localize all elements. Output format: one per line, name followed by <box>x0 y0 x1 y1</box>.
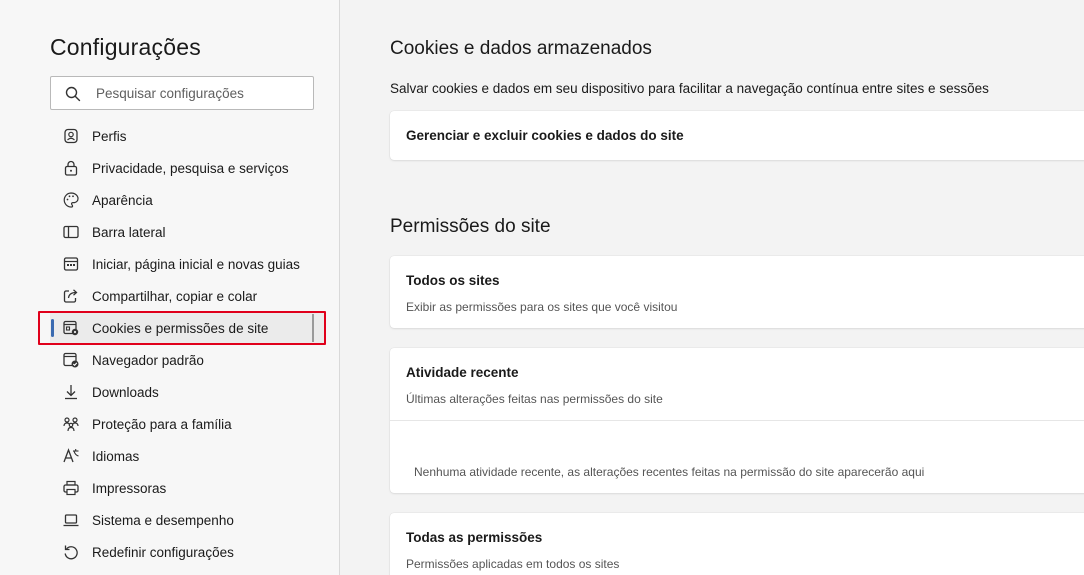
sidebar-item-privacidade[interactable]: Privacidade, pesquisa e serviços <box>50 152 326 184</box>
printer-icon <box>63 480 79 496</box>
languages-icon <box>63 448 79 463</box>
sidebar-item-label: Downloads <box>92 384 159 400</box>
sidebar-item-protecao-familia[interactable]: Proteção para a família <box>50 408 326 440</box>
all-permissions-title: Todas as permissões <box>406 530 543 545</box>
search-icon <box>65 86 81 102</box>
sidebar-item-label: Impressoras <box>92 480 167 496</box>
sidebar-item-label: Cookies e permissões de site <box>92 320 269 336</box>
card-divider <box>390 420 1084 421</box>
all-permissions-card[interactable]: Todas as permissões Permissões aplicadas… <box>390 513 1084 575</box>
manage-cookies-label: Gerenciar e excluir cookies e dados do s… <box>406 128 684 143</box>
sidebar-item-label: Aparência <box>92 192 153 208</box>
sidebar-item-label: Navegador padrão <box>92 352 204 368</box>
sidebar-item-label: Idiomas <box>92 448 140 464</box>
cookies-section-title: Cookies e dados armazenados <box>390 38 652 59</box>
recent-activity-empty-message: Nenhuma atividade recente, as alterações… <box>414 465 925 479</box>
all-sites-title: Todos os sites <box>406 273 500 288</box>
recent-activity-title: Atividade recente <box>406 365 519 380</box>
sidebar-icon <box>63 225 79 239</box>
sidebar-item-iniciar[interactable]: Iniciar, página inicial e novas guias <box>50 248 326 280</box>
lock-icon <box>64 160 78 176</box>
cookies-section-description: Salvar cookies e dados em seu dispositiv… <box>390 81 989 96</box>
sidebar-item-barra-lateral[interactable]: Barra lateral <box>50 216 326 248</box>
settings-sidebar: Configurações Perfis Privacidade, pesqui… <box>0 0 340 575</box>
search-input[interactable] <box>96 83 306 103</box>
sidebar-item-downloads[interactable]: Downloads <box>50 376 326 408</box>
settings-nav: Perfis Privacidade, pesquisa e serviços … <box>50 120 326 568</box>
laptop-icon <box>63 514 79 527</box>
download-icon <box>65 385 77 400</box>
all-sites-subtitle: Exibir as permissões para os sites que v… <box>406 300 678 314</box>
sidebar-item-label: Perfis <box>92 128 127 144</box>
sidebar-item-navegador-padrao[interactable]: Navegador padrão <box>50 344 326 376</box>
permissions-section-title: Permissões do site <box>390 216 551 237</box>
sidebar-item-label: Iniciar, página inicial e novas guias <box>92 256 300 272</box>
sidebar-item-perfis[interactable]: Perfis <box>50 120 326 152</box>
search-box[interactable] <box>50 76 314 110</box>
profile-icon <box>64 128 78 144</box>
reset-icon <box>64 545 78 560</box>
sidebar-item-sistema[interactable]: Sistema e desempenho <box>50 504 326 536</box>
sidebar-item-label: Proteção para a família <box>92 416 232 432</box>
recent-activity-card: Atividade recente Últimas alterações fei… <box>390 348 1084 493</box>
palette-icon <box>63 192 79 208</box>
share-icon <box>63 289 78 303</box>
recent-activity-subtitle: Últimas alterações feitas nas permissões… <box>406 392 663 406</box>
active-item-edge <box>312 314 314 342</box>
family-icon <box>63 417 79 432</box>
manage-cookies-card[interactable]: Gerenciar e excluir cookies e dados do s… <box>390 111 1084 160</box>
all-sites-card[interactable]: Todos os sites Exibir as permissões para… <box>390 256 1084 328</box>
sidebar-item-label: Compartilhar, copiar e colar <box>92 288 258 304</box>
settings-title: Configurações <box>50 34 201 60</box>
default-browser-icon <box>63 352 79 368</box>
sidebar-item-idiomas[interactable]: Idiomas <box>50 440 326 472</box>
sidebar-item-label: Sistema e desempenho <box>92 512 234 528</box>
sidebar-item-aparencia[interactable]: Aparência <box>50 184 326 216</box>
sidebar-item-label: Privacidade, pesquisa e serviços <box>92 160 289 176</box>
sidebar-item-redefinir[interactable]: Redefinir configurações <box>50 536 326 568</box>
sidebar-item-compartilhar[interactable]: Compartilhar, copiar e colar <box>50 280 326 312</box>
home-tabs-icon <box>63 257 79 271</box>
sidebar-item-impressoras[interactable]: Impressoras <box>50 472 326 504</box>
sidebar-item-label: Redefinir configurações <box>92 544 234 560</box>
all-permissions-subtitle: Permissões aplicadas em todos os sites <box>406 557 620 571</box>
sidebar-item-cookies-permissoes[interactable]: Cookies e permissões de site <box>50 312 326 344</box>
settings-content: Cookies e dados armazenados Salvar cooki… <box>341 0 1084 575</box>
cookies-permissions-icon <box>63 320 79 336</box>
sidebar-item-label: Barra lateral <box>92 224 166 240</box>
